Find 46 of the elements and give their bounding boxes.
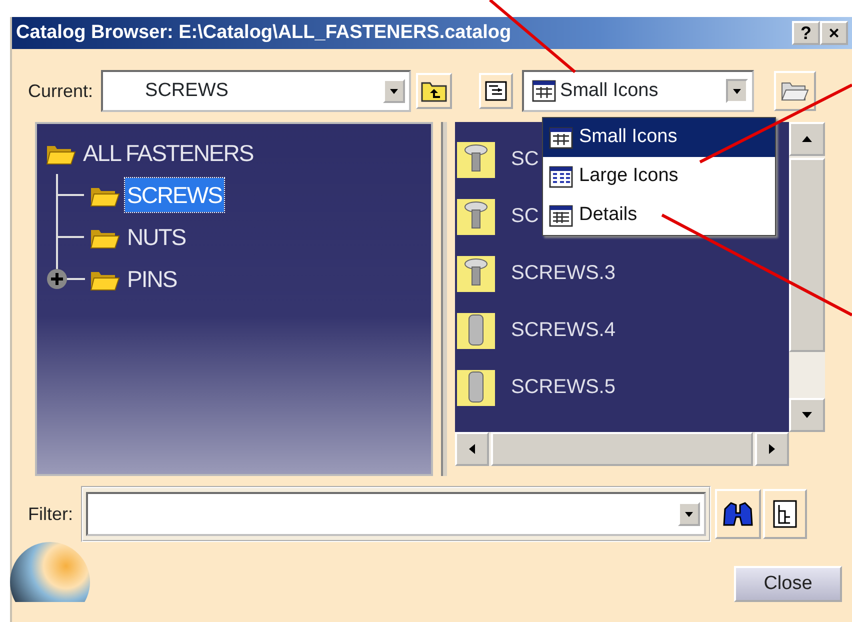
current-label: Current:: [28, 80, 94, 102]
tree-item[interactable]: PINS: [125, 262, 179, 296]
close-dialog-button[interactable]: Close: [734, 566, 842, 602]
current-combobox[interactable]: SCREWS: [101, 70, 412, 112]
filter-label: Filter:: [28, 502, 73, 526]
list-item[interactable]: SCREWS.5: [511, 372, 616, 402]
list-item[interactable]: SC: [511, 200, 539, 230]
binoculars-icon: [722, 499, 754, 529]
horizontal-scrollbar[interactable]: [455, 432, 789, 466]
caret-icon: [684, 510, 694, 518]
caret-icon: [389, 87, 400, 95]
caret-icon: [732, 87, 742, 95]
menu-option[interactable]: Small Icons: [543, 118, 775, 157]
grid-icon: [549, 204, 573, 226]
window-title: Catalog Browser: E:\Catalog\ALL_FASTENERS.catalog: [16, 20, 512, 45]
folder-icon: [781, 80, 810, 102]
grid-icon: [549, 166, 573, 188]
filter-field[interactable]: [86, 492, 706, 536]
list-item[interactable]: SCREWS.3: [511, 258, 616, 288]
tree-toggle-button[interactable]: [479, 73, 514, 109]
tree-branch-line: [56, 174, 84, 216]
grid-icon: [532, 80, 556, 102]
tree-item[interactable]: NUTS: [125, 220, 188, 254]
vertical-scrollbar[interactable]: [789, 122, 825, 432]
tree-button[interactable]: [763, 489, 807, 539]
grid-icon: [549, 126, 573, 148]
tree-view-icon: [484, 80, 508, 102]
tree-structure-icon: [772, 499, 798, 529]
search-button[interactable]: [715, 489, 761, 539]
scroll-left-icon[interactable]: [468, 443, 476, 455]
list-item[interactable]: SCREWS.4: [511, 314, 616, 344]
tree-branch-line: [56, 216, 84, 258]
tree-item[interactable]: SCREWS: [125, 178, 224, 212]
view-combobox[interactable]: Small Icons: [522, 70, 754, 112]
folder-up-icon: [421, 80, 448, 102]
menu-option[interactable]: Details: [543, 196, 775, 235]
list-item[interactable]: SC: [511, 144, 539, 174]
parent-folder-button[interactable]: [416, 73, 452, 109]
scroll-right-icon[interactable]: [768, 443, 776, 455]
tree-item[interactable]: ALL FASTENERS: [81, 136, 256, 170]
title-bar-button[interactable]: ?: [792, 21, 820, 45]
open-folder-button[interactable]: [774, 71, 816, 111]
menu-option[interactable]: Large Icons: [543, 157, 775, 196]
scroll-up-icon[interactable]: [801, 135, 813, 143]
title-bar-button[interactable]: ×: [820, 21, 848, 45]
scroll-down-icon[interactable]: [801, 411, 813, 419]
